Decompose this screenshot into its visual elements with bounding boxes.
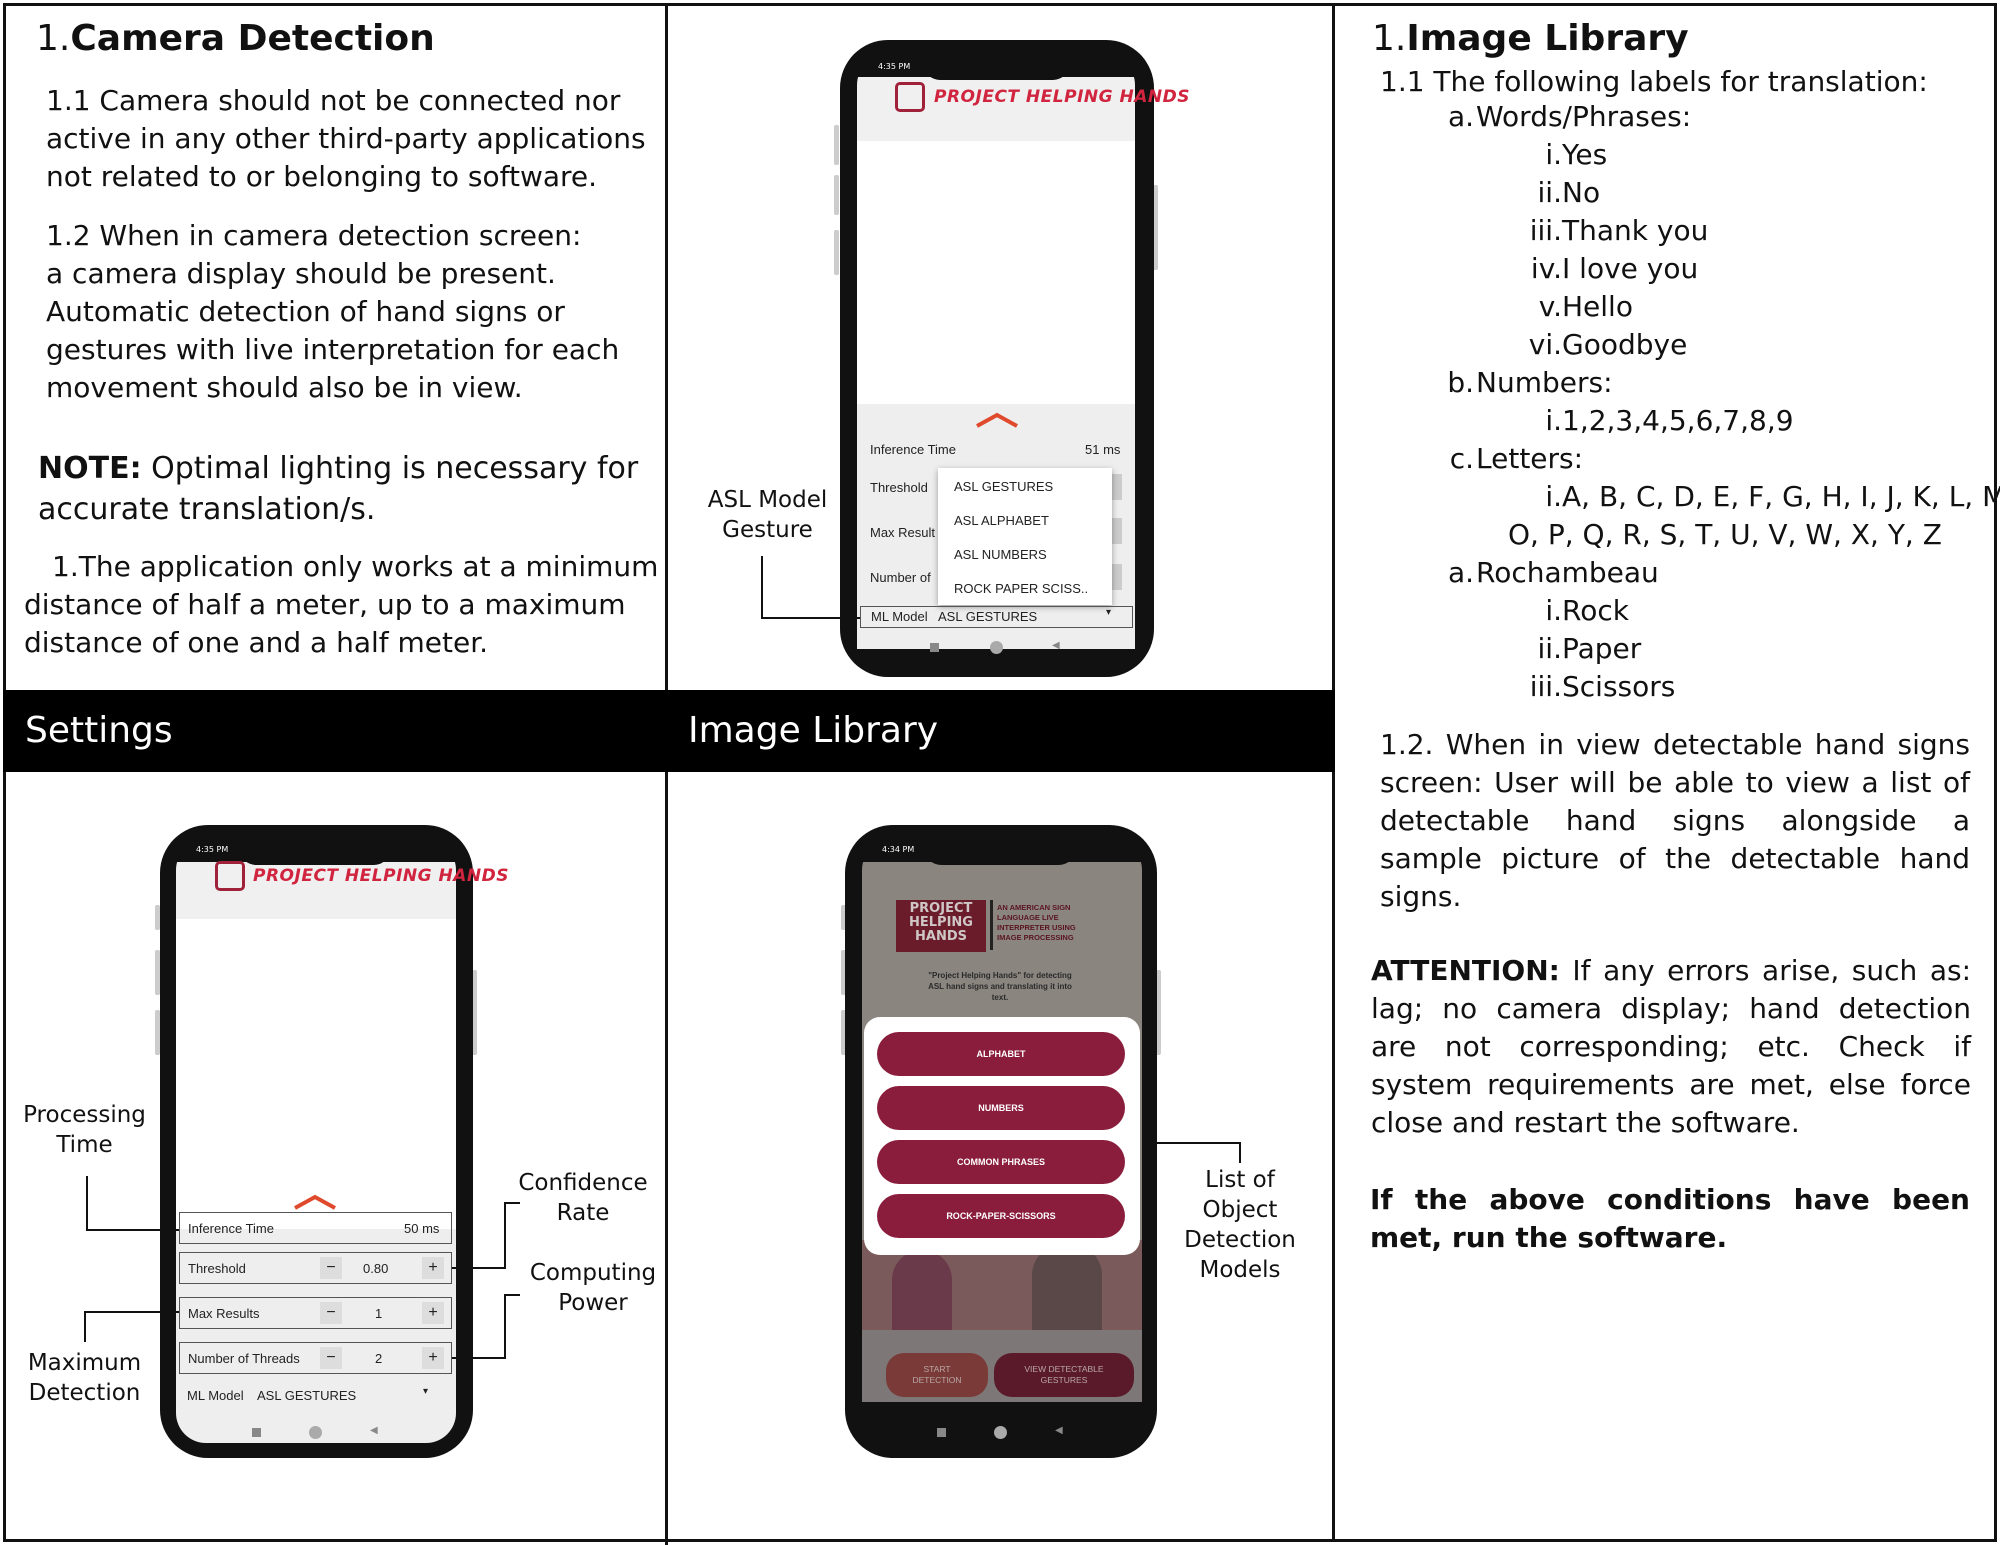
callout-leader-lines: [84, 556, 1241, 1359]
leader-processing: [86, 1176, 179, 1231]
leader-computing: [452, 1294, 520, 1359]
leader-model-list: [1157, 1142, 1241, 1163]
leader-asl-model: [761, 556, 860, 619]
leader-maximum: [84, 1311, 179, 1342]
leader-confidence: [452, 1202, 520, 1269]
